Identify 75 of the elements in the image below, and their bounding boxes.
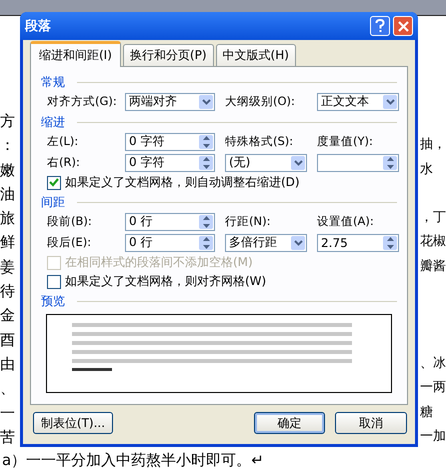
section-heading: 常规 <box>41 74 65 91</box>
button[interactable]: 取消 <box>335 412 407 434</box>
close-button[interactable] <box>393 16 413 36</box>
tab[interactable]: 中文版式(H) <box>216 44 296 66</box>
chevron-down-icon <box>294 240 302 246</box>
tab[interactable]: 缩进和间距(I) <box>30 41 121 67</box>
chevron-down-icon <box>294 160 302 166</box>
checkbox[interactable] <box>47 176 61 190</box>
field-label: 大纲级别(O): <box>225 94 296 109</box>
document-text: 一两 <box>420 379 446 398</box>
field-label: 段前(B): <box>47 214 93 229</box>
checkbox-label: 如果定义了文档网格，则对齐网格(W) <box>65 273 266 290</box>
document-text: 水 <box>420 160 434 179</box>
chevron-down-icon <box>202 98 210 104</box>
spin-arrows-icon <box>386 236 394 250</box>
spin-field[interactable] <box>317 154 399 172</box>
document-text: 一 <box>0 404 16 424</box>
field-label: 右(R): <box>47 155 81 170</box>
section-heading: 间距 <box>41 194 65 211</box>
document-text: 金 <box>0 306 16 326</box>
document-text: ，丁 <box>420 209 446 228</box>
document-text: 待 <box>0 282 16 302</box>
window-title: 段落 <box>25 18 51 35</box>
dropdown[interactable]: 两端对齐 <box>125 92 215 110</box>
button[interactable]: 确定 <box>254 412 325 434</box>
field-label: 行距(N): <box>225 214 272 229</box>
spin-arrows-icon <box>202 134 210 148</box>
spin-field[interactable]: 0 字符 <box>125 132 215 150</box>
field-label: 特殊格式(S): <box>225 134 294 149</box>
section-heading: 缩进 <box>41 114 65 131</box>
document-text: 油 <box>0 184 16 205</box>
checkbox-label: 在相同样式的段落间不添加空格(M) <box>65 254 253 271</box>
spin-field[interactable]: 2.75 <box>317 234 399 252</box>
dropdown[interactable]: 正文文本 <box>317 92 399 110</box>
spin-field[interactable]: 0 行 <box>125 212 215 230</box>
document-text: 、 <box>0 379 16 400</box>
document-text: 酉 <box>0 330 16 351</box>
spin-arrows-icon <box>202 156 210 170</box>
field-label: 设置值(A): <box>317 214 375 229</box>
field-label: 度量值(Y): <box>317 134 374 149</box>
help-button[interactable] <box>370 16 390 36</box>
checkmark-icon <box>49 178 59 187</box>
document-text: 鲜 <box>0 233 16 254</box>
document-text: a）一一平分加入中药熬半小时即可。↵ <box>1 451 265 470</box>
chevron-down-icon <box>386 98 394 104</box>
spin-arrows-icon <box>202 214 210 228</box>
document-text: 嫩 <box>0 160 16 181</box>
document-text: 姜 <box>0 258 16 278</box>
field-label: 对齐方式(G): <box>47 94 115 109</box>
document-text: 苦 <box>0 428 16 448</box>
spin-arrows-icon <box>202 236 210 250</box>
spin-field[interactable]: 0 字符 <box>125 154 215 172</box>
section-heading: 预览 <box>41 293 65 310</box>
checkbox-label: 如果定义了文档网格，则自动调整右缩进(D) <box>65 174 300 191</box>
field-label: 段后(E): <box>47 235 92 250</box>
field-label: 左(L): <box>47 134 80 149</box>
document-text: 抽， <box>420 136 446 154</box>
dropdown[interactable]: (无) <box>225 154 307 172</box>
dropdown[interactable]: 多倍行距 <box>225 234 307 252</box>
button[interactable]: 制表位(T)... <box>33 412 113 434</box>
spin-arrows-icon <box>386 156 394 170</box>
document-text: 花椒 <box>420 233 446 252</box>
tab[interactable]: 换行和分页(P) <box>122 44 214 66</box>
document-text: 、冰 <box>420 354 446 373</box>
document-text: 方 <box>0 112 16 132</box>
document-text: 瓣酱 <box>420 258 446 276</box>
document-text: ： <box>0 136 16 156</box>
document-text: 一加 <box>420 428 446 446</box>
spin-field[interactable]: 0 行 <box>125 234 215 252</box>
checkbox[interactable] <box>47 274 61 288</box>
document-text: 由 <box>0 354 16 375</box>
document-text: 旅 <box>0 209 16 230</box>
close-icon <box>398 20 408 32</box>
document-text: 糖 <box>420 404 434 422</box>
help-icon <box>375 19 385 33</box>
